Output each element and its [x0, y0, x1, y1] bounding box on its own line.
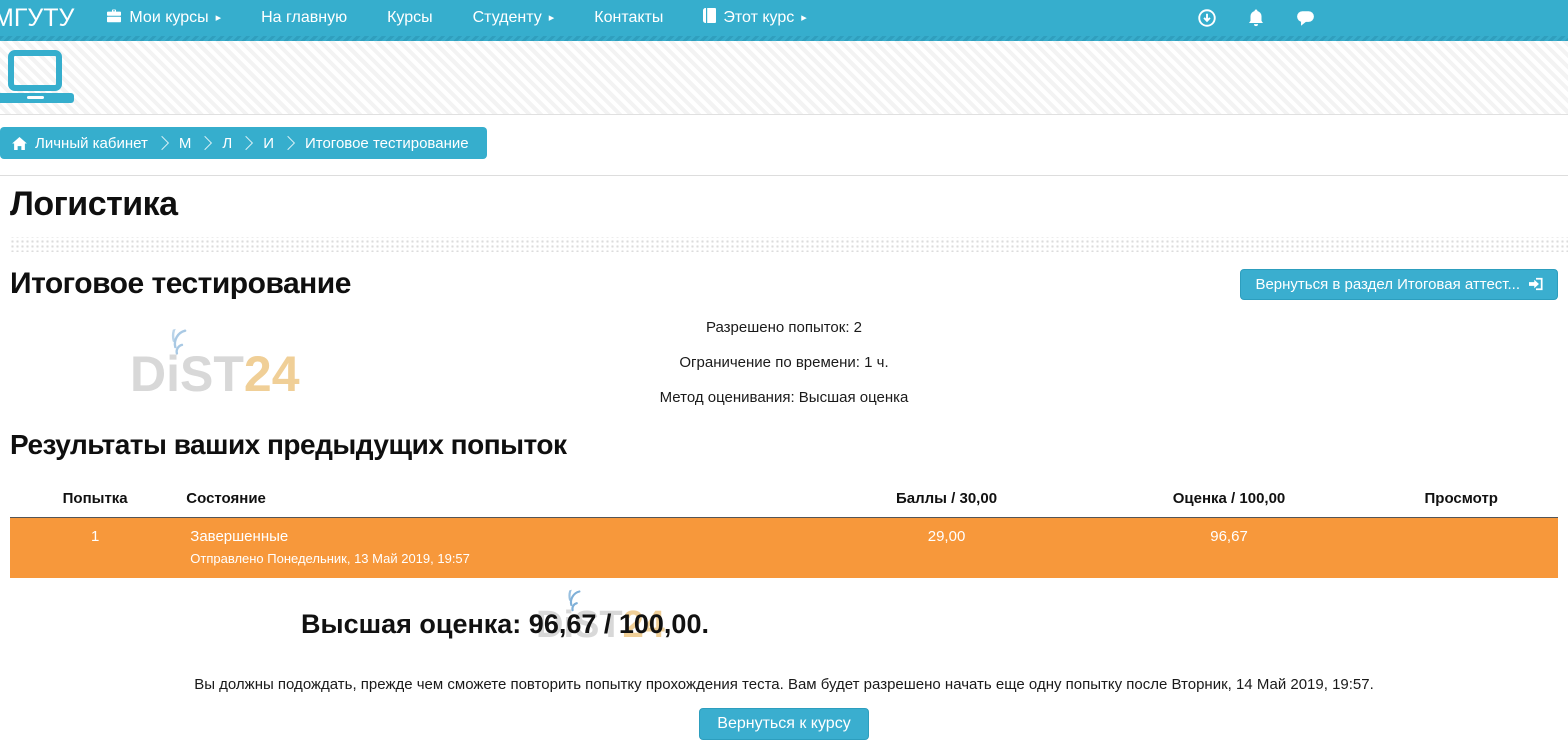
back-to-section-button[interactable]: Вернуться в раздел Итоговая аттест...	[1240, 269, 1558, 300]
arrow-down-circle-icon[interactable]	[1198, 9, 1216, 27]
grading-method-text: Метод оценивания: Высшая оценка	[10, 389, 1558, 406]
quiz-title: Итоговое тестирование	[10, 267, 351, 301]
site-header-band	[0, 41, 1568, 115]
nav-item-contacts[interactable]: Контакты	[574, 0, 683, 36]
breadcrumb-current-page: Итоговое тестирование	[305, 135, 469, 152]
nav-label: Контакты	[594, 9, 663, 27]
breadcrumb-link-l[interactable]: Л	[222, 135, 232, 152]
caret-right-icon: ▸	[216, 13, 222, 24]
results-heading: Результаты ваших предыдущих попыток	[10, 429, 1558, 461]
nav-label: Курсы	[387, 9, 433, 27]
state-label: Завершенные	[190, 528, 799, 545]
nav-item-student[interactable]: Студенту ▸	[453, 0, 575, 36]
main-content: DiST24 DiST24 Логистика Итоговое тестиро…	[0, 175, 1568, 740]
breadcrumb-label: Личный кабинет	[35, 135, 148, 152]
state-submitted-date: Отправлено Понедельник, 13 Май 2019, 19:…	[190, 551, 799, 566]
attempts-allowed-text: Разрешено попыток: 2	[10, 319, 1558, 336]
time-limit-text: Ограничение по времени: 1 ч.	[10, 354, 1558, 371]
quiz-info: Разрешено попыток: 2 Ограничение по врем…	[10, 319, 1558, 406]
column-header-grade: Оценка / 100,00	[1094, 482, 1365, 518]
nav-item-my-courses[interactable]: Мои курсы ▸	[86, 0, 241, 36]
chevron-right-icon	[281, 136, 295, 150]
attempt-number-cell: 1	[10, 518, 180, 578]
caret-right-icon: ▸	[801, 13, 807, 24]
nav-item-home[interactable]: На главную	[241, 0, 367, 36]
review-cell	[1364, 518, 1558, 578]
attempts-table: Попытка Состояние Баллы / 30,00 Оценка /…	[10, 482, 1558, 578]
final-grade-text: Высшая оценка: 96,67 / 100,00.	[10, 609, 1000, 640]
brand-logo[interactable]: МГУТУ	[0, 4, 86, 33]
nav-item-courses[interactable]: Курсы	[367, 0, 453, 36]
nav-label: Студенту	[473, 9, 542, 27]
book-icon	[703, 8, 716, 28]
nav-item-this-course[interactable]: Этот курс ▸	[683, 0, 826, 36]
briefcase-icon	[106, 9, 122, 28]
column-header-marks: Баллы / 30,00	[799, 482, 1093, 518]
breadcrumb-link-m[interactable]: М	[179, 135, 192, 152]
page-title: Логистика	[10, 185, 1558, 224]
dotted-divider	[10, 237, 1568, 252]
breadcrumb: Личный кабинет М Л И Итоговое тестирован…	[0, 127, 487, 159]
back-to-section-label: Вернуться в раздел Итоговая аттест...	[1255, 276, 1520, 293]
column-header-state: Состояние	[180, 482, 799, 518]
laptop-icon[interactable]	[8, 50, 62, 91]
chat-icon[interactable]	[1296, 10, 1315, 27]
column-header-review: Просмотр	[1364, 482, 1558, 518]
marks-cell: 29,00	[799, 518, 1093, 578]
table-row: 1 Завершенные Отправлено Понедельник, 13…	[10, 518, 1558, 578]
nav-label: На главную	[261, 9, 347, 27]
grade-cell: 96,67	[1094, 518, 1365, 578]
nav-label: Мои курсы	[129, 9, 208, 27]
column-header-attempt: Попытка	[10, 482, 180, 518]
nav-label: Этот курс	[723, 9, 794, 27]
navbar-right-icons	[1198, 0, 1315, 36]
chevron-right-icon	[239, 136, 253, 150]
state-cell: Завершенные Отправлено Понедельник, 13 М…	[180, 518, 799, 578]
breadcrumb-link-i[interactable]: И	[263, 135, 274, 152]
laptop-icon-notch	[27, 96, 44, 99]
wait-message: Вы должны подождать, прежде чем сможете …	[10, 676, 1558, 693]
back-to-course-label: Вернуться к курсу	[717, 715, 850, 733]
top-navbar: МГУТУ Мои курсы ▸ На главную Курсы Студе…	[0, 0, 1568, 36]
back-to-course-button[interactable]: Вернуться к курсу	[699, 708, 868, 740]
sign-in-icon	[1529, 277, 1543, 291]
breadcrumb-dashboard-link[interactable]: Личный кабинет	[12, 135, 148, 152]
chevron-right-icon	[155, 136, 169, 150]
home-icon	[12, 137, 27, 150]
chevron-right-icon	[198, 136, 212, 150]
bell-icon[interactable]	[1247, 9, 1265, 28]
caret-right-icon: ▸	[549, 13, 555, 24]
